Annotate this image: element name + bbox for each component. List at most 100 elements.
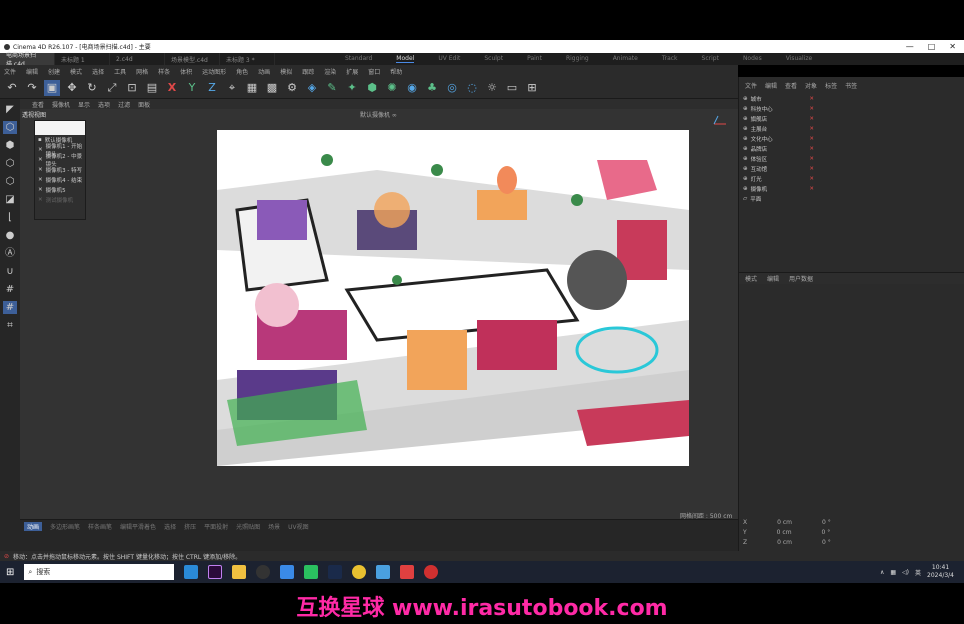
palette-tab[interactable]: 光照贴图 xyxy=(236,522,260,531)
subdivision-icon[interactable]: ✦ xyxy=(344,80,360,96)
windows-start-icon[interactable]: ⊞ xyxy=(6,567,14,578)
model-mode-icon[interactable]: ◤ xyxy=(3,103,17,116)
edges-mode-icon[interactable]: ⬡ xyxy=(3,175,17,188)
visibility-icon[interactable]: ✕ xyxy=(809,156,814,162)
doc-tab[interactable]: 电商场景扫描.c4d xyxy=(0,52,55,68)
tag-icon[interactable]: ◌ xyxy=(464,80,480,96)
z-axis-icon[interactable]: Z xyxy=(204,80,220,96)
doc-tab[interactable]: 2.c4d xyxy=(110,53,165,65)
render-picture-icon[interactable]: ▩ xyxy=(264,80,280,96)
doc-tab[interactable]: 场景模型.c4d xyxy=(165,53,220,65)
menu-item[interactable]: 模拟 xyxy=(280,67,292,76)
viewport-menu-item[interactable]: 查看 xyxy=(32,100,44,109)
sphere-icon[interactable]: ● xyxy=(3,229,17,242)
layout-sculpt[interactable]: Sculpt xyxy=(484,55,503,63)
object-row[interactable]: ⊕ 品牌店 ✕ xyxy=(739,144,964,154)
coord-rot[interactable]: 0 ° xyxy=(822,539,831,546)
solo-icon[interactable]: Ⓐ xyxy=(3,247,17,260)
palette-tab[interactable]: UV视图 xyxy=(288,522,309,531)
menu-item[interactable]: 扩展 xyxy=(346,67,358,76)
palette-tab[interactable]: 选择 xyxy=(164,522,176,531)
menu-item[interactable]: 渲染 xyxy=(324,67,336,76)
palette-tab[interactable]: 挤压 xyxy=(184,522,196,531)
obs-icon[interactable] xyxy=(256,565,271,579)
dropdown-item[interactable]: ✕ 摄像机3 - 特写 xyxy=(35,165,85,175)
minimize-button[interactable]: — xyxy=(906,42,914,51)
layout-model[interactable]: Model xyxy=(396,55,415,63)
object-row[interactable]: ⊕ 互动馆 ✕ xyxy=(739,164,964,174)
palette-tab[interactable]: 样条画笔 xyxy=(88,522,112,531)
network-icon[interactable]: ▦ xyxy=(890,569,896,576)
taskbar-search[interactable]: ⌕ 搜索 xyxy=(24,564,175,580)
deformer-icon[interactable]: ✺ xyxy=(384,80,400,96)
dropdown-item[interactable]: ✕ 摄像机2 - 中景镜头 xyxy=(35,154,85,168)
layout-animate[interactable]: Animate xyxy=(613,55,638,63)
object-row[interactable]: ⊕ 主展台 ✕ xyxy=(739,124,964,134)
workplane-icon[interactable]: ⌗ xyxy=(3,319,17,332)
dropdown-item[interactable]: ✕ 测试摄像机 xyxy=(35,195,85,205)
menu-item[interactable]: 体积 xyxy=(180,67,192,76)
menu-item[interactable]: 创建 xyxy=(48,67,60,76)
palette-tab[interactable]: 编辑平滑着色 xyxy=(120,522,156,531)
object-row[interactable]: ▱ 平面 xyxy=(739,194,964,204)
menu-item[interactable]: 样条 xyxy=(158,67,170,76)
folder-icon[interactable] xyxy=(232,565,247,579)
layout-nodes[interactable]: Nodes xyxy=(743,55,762,63)
recent-icon[interactable]: ▤ xyxy=(144,80,160,96)
light-icon[interactable]: ☼ xyxy=(484,80,500,96)
menu-item[interactable]: 编辑 xyxy=(26,67,38,76)
field-icon[interactable]: ◉ xyxy=(404,80,420,96)
menu-item[interactable]: 工具 xyxy=(114,67,126,76)
palette-tab[interactable]: 多边形画笔 xyxy=(50,522,80,531)
coord-system-icon[interactable]: ⌖ xyxy=(224,80,240,96)
ime-indicator[interactable]: 英 xyxy=(915,568,921,577)
spline-icon[interactable]: ✎ xyxy=(324,80,340,96)
attr-menu-item[interactable]: 用户数据 xyxy=(789,274,813,283)
visibility-icon[interactable]: ✕ xyxy=(809,106,814,112)
om-menu-item[interactable]: 标签 xyxy=(825,81,837,90)
object-row[interactable]: ⊕ 灯光 ✕ xyxy=(739,174,964,184)
menu-item[interactable]: 文件 xyxy=(4,67,16,76)
app-icon[interactable] xyxy=(400,565,415,579)
snap-icon[interactable]: # xyxy=(3,283,17,296)
attr-menu-item[interactable]: 编辑 xyxy=(767,274,779,283)
maximize-button[interactable]: □ xyxy=(928,42,936,51)
premiere-icon[interactable] xyxy=(208,565,223,579)
dropdown-item[interactable]: ✕ 摄像机4 - 结束 xyxy=(35,175,85,185)
viewport-menu-item[interactable]: 摄像机 xyxy=(52,100,70,109)
object-row[interactable]: ⊕ 旗舰店 ✕ xyxy=(739,114,964,124)
polygons-mode-icon[interactable]: ◪ xyxy=(3,193,17,206)
visibility-icon[interactable]: ✕ xyxy=(809,136,814,142)
menu-item[interactable]: 模式 xyxy=(70,67,82,76)
object-mode-icon[interactable]: ⬡ xyxy=(3,121,17,134)
layout-visualize[interactable]: Visualize xyxy=(786,55,812,63)
om-menu-item[interactable]: 书签 xyxy=(845,81,857,90)
object-row[interactable]: ⊕ 科技中心 ✕ xyxy=(739,104,964,114)
om-menu-item[interactable]: 对象 xyxy=(805,81,817,90)
attr-menu-item[interactable]: 模式 xyxy=(745,274,757,283)
chrome-icon[interactable] xyxy=(352,565,367,579)
netease-music-icon[interactable] xyxy=(424,565,439,579)
viewport-menu-item[interactable]: 过滤 xyxy=(118,100,130,109)
visibility-icon[interactable]: ✕ xyxy=(809,96,814,102)
menu-item[interactable]: 跟踪 xyxy=(302,67,314,76)
object-row[interactable]: ⊕ 文化中心 ✕ xyxy=(739,134,964,144)
cloner-icon[interactable]: ⬢ xyxy=(364,80,380,96)
mograph-icon[interactable]: ♣ xyxy=(424,80,440,96)
volume-icon[interactable]: ◁) xyxy=(902,569,909,576)
coord-pos[interactable]: 0 cm xyxy=(777,539,792,546)
render-view-icon[interactable]: ▦ xyxy=(244,80,260,96)
doc-tab[interactable]: 未标题 1 xyxy=(55,53,110,65)
render-settings-icon[interactable]: ⚙ xyxy=(284,80,300,96)
layout-uv-edit[interactable]: UV Edit xyxy=(438,55,460,63)
lock-icon[interactable]: ⊡ xyxy=(124,80,140,96)
visibility-icon[interactable]: ✕ xyxy=(809,146,814,152)
object-row[interactable]: ⊕ 城市 ✕ xyxy=(739,94,964,104)
x-axis-icon[interactable]: X xyxy=(164,80,180,96)
layout-script[interactable]: Script xyxy=(702,55,719,63)
dropdown-header[interactable] xyxy=(35,121,85,135)
chevron-up-icon[interactable]: ∧ xyxy=(880,569,884,576)
layout-standard[interactable]: Standard xyxy=(345,55,372,63)
menu-item[interactable]: 动画 xyxy=(258,67,270,76)
wechat-icon[interactable] xyxy=(304,565,319,579)
